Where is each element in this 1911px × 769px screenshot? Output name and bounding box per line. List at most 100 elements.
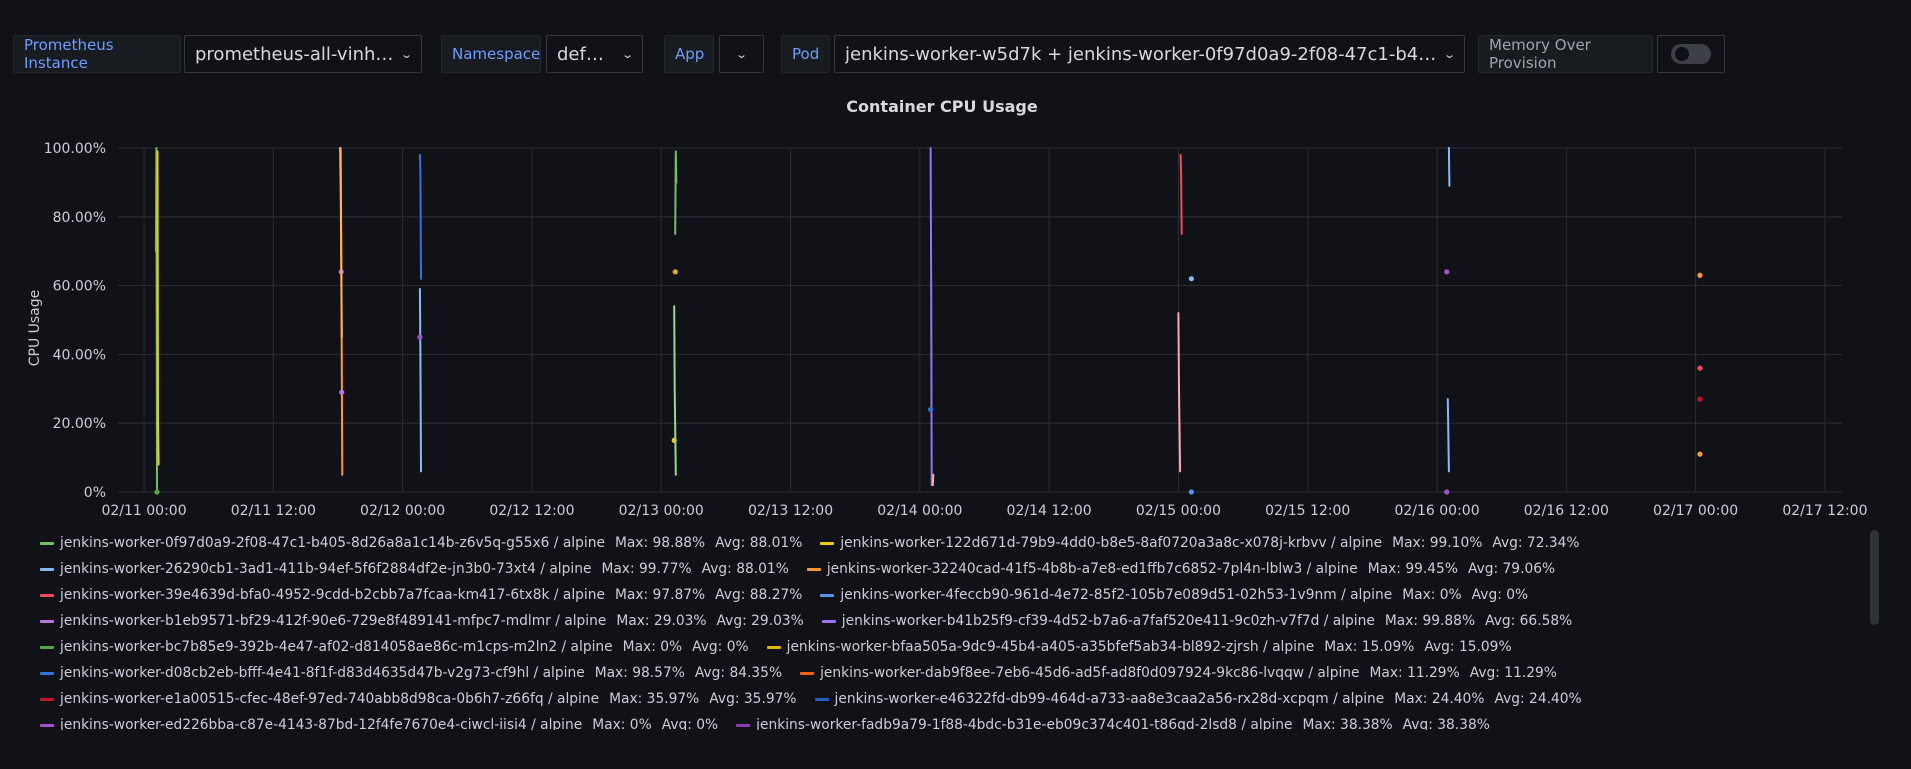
legend-series-name: jenkins-worker-0f97d0a9-2f08-47c1-b405-8… bbox=[60, 535, 605, 551]
legend-swatch bbox=[40, 619, 54, 623]
legend-item[interactable]: jenkins-worker-0f97d0a9-2f08-47c1-b405-8… bbox=[38, 535, 802, 551]
x-tick-label: 02/11 00:00 bbox=[101, 503, 186, 519]
legend-item[interactable]: jenkins-worker-39e4639d-bfa0-4952-9cdd-b… bbox=[38, 587, 802, 603]
legend-item[interactable]: jenkins-worker-e46322fd-db99-464d-a733-a… bbox=[813, 691, 1582, 707]
legend-swatch bbox=[40, 645, 54, 649]
legend-swatch bbox=[806, 567, 821, 571]
legend-avg: Avg: 79.06% bbox=[1467, 561, 1556, 577]
legend-item[interactable]: jenkins-worker-bfaa505a-9dc9-45b4-a405-a… bbox=[765, 639, 1512, 655]
legend-series-name: jenkins-worker-122d671d-79b9-4dd0-b8e5-8… bbox=[840, 535, 1383, 551]
x-tick-label: 02/15 12:00 bbox=[1265, 503, 1350, 519]
legend-item[interactable]: jenkins-worker-26290cb1-3ad1-411b-94ef-5… bbox=[38, 561, 789, 577]
legend-series-name: jenkins-worker-e46322fd-db99-464d-a733-a… bbox=[834, 691, 1385, 707]
legend-swatch bbox=[40, 567, 54, 571]
legend-avg: Avg: 0% bbox=[661, 717, 719, 730]
legend-avg: Avg: 84.35% bbox=[694, 665, 783, 681]
series-point bbox=[1188, 276, 1194, 282]
legend-avg: Avg: 15.09% bbox=[1424, 639, 1512, 655]
legend-avg: Avg: 11.29% bbox=[1469, 665, 1557, 681]
legend-max: Max: 99.10% bbox=[1392, 535, 1483, 551]
series-point bbox=[672, 269, 678, 275]
legend-avg: Avg: 29.03% bbox=[716, 613, 804, 629]
legend-series-name: jenkins-worker-b1eb9571-bf29-412f-90e6-7… bbox=[60, 613, 607, 629]
legend-series-name: jenkins-worker-ed226bba-c87e-4143-87bd-1… bbox=[60, 717, 583, 730]
series-point bbox=[928, 406, 934, 413]
legend-max: Max: 99.88% bbox=[1384, 613, 1476, 629]
x-tick-label: 02/17 12:00 bbox=[1782, 503, 1867, 519]
legend-scrollbar[interactable] bbox=[1870, 530, 1879, 625]
y-tick-label: 80.00% bbox=[53, 210, 106, 226]
legend-item[interactable]: jenkins-worker-d08cb2eb-bfff-4e41-8f1f-d… bbox=[38, 665, 782, 681]
x-tick-label: 02/16 12:00 bbox=[1524, 503, 1609, 519]
legend-max: Max: 0% bbox=[1402, 587, 1462, 603]
legend-series-name: jenkins-worker-e1a00515-cfec-48ef-97ed-7… bbox=[60, 691, 600, 707]
chart-legend: jenkins-worker-0f97d0a9-2f08-47c1-b405-8… bbox=[38, 530, 1868, 730]
legend-swatch bbox=[800, 671, 815, 675]
legend-max: Max: 15.09% bbox=[1324, 639, 1415, 655]
legend-row: jenkins-worker-ed226bba-c87e-4143-87bd-1… bbox=[38, 712, 1868, 730]
legend-swatch bbox=[766, 645, 781, 649]
legend-row: jenkins-worker-bc7b85e9-392b-4e47-af02-d… bbox=[38, 634, 1868, 660]
legend-avg: Avg: 35.97% bbox=[709, 691, 797, 707]
x-tick-label: 02/12 12:00 bbox=[489, 503, 574, 519]
legend-row: jenkins-worker-b1eb9571-bf29-412f-90e6-7… bbox=[38, 608, 1868, 634]
series-point bbox=[1697, 272, 1703, 278]
legend-item[interactable]: jenkins-worker-fadb9a79-1f88-4bdc-b31e-e… bbox=[734, 717, 1490, 730]
legend-series-name: jenkins-worker-dab9f8ee-7eb6-45d6-ad5f-a… bbox=[820, 665, 1360, 681]
legend-item[interactable]: jenkins-worker-122d671d-79b9-4dd0-b8e5-8… bbox=[818, 535, 1580, 551]
x-tick-label: 02/17 00:00 bbox=[1653, 503, 1738, 519]
legend-avg: Avg: 88.27% bbox=[715, 587, 803, 603]
series-line bbox=[418, 288, 422, 473]
legend-max: Max: 29.03% bbox=[616, 613, 707, 629]
legend-max: Max: 0% bbox=[592, 717, 652, 730]
series-point bbox=[1444, 489, 1450, 495]
legend-avg: Avg: 0% bbox=[692, 639, 749, 655]
series-line bbox=[673, 305, 677, 476]
y-tick-label: 0% bbox=[84, 485, 106, 501]
legend-swatch bbox=[40, 671, 54, 675]
legend-avg: Avg: 72.34% bbox=[1492, 535, 1580, 551]
legend-item[interactable]: jenkins-worker-e1a00515-cfec-48ef-97ed-7… bbox=[38, 691, 797, 707]
legend-item[interactable]: jenkins-worker-bc7b85e9-392b-4e47-af02-d… bbox=[38, 639, 749, 655]
legend-max: Max: 98.57% bbox=[594, 665, 685, 681]
legend-swatch bbox=[40, 697, 54, 701]
chart-grid bbox=[118, 147, 1842, 493]
chart-series bbox=[154, 147, 1703, 495]
legend-row: jenkins-worker-e1a00515-cfec-48ef-97ed-7… bbox=[38, 686, 1868, 712]
legend-swatch bbox=[820, 593, 835, 597]
legend-item[interactable]: jenkins-worker-32240cad-41f5-4b8b-a7e8-e… bbox=[805, 561, 1555, 577]
legend-item[interactable]: jenkins-worker-b1eb9571-bf29-412f-90e6-7… bbox=[38, 613, 804, 629]
series-point bbox=[154, 489, 160, 495]
legend-swatch bbox=[820, 541, 835, 545]
legend-avg: Avg: 88.01% bbox=[701, 561, 789, 577]
series-line bbox=[674, 150, 678, 235]
legend-max: Max: 99.77% bbox=[601, 561, 692, 577]
legend-swatch bbox=[736, 723, 751, 727]
legend-avg: Avg: 88.01% bbox=[715, 535, 803, 551]
x-tick-label: 02/12 00:00 bbox=[360, 503, 445, 519]
series-line bbox=[1447, 147, 1451, 187]
legend-item[interactable]: jenkins-worker-b41b25f9-cf39-4d52-b7a6-a… bbox=[820, 613, 1573, 629]
y-tick-label: 100.00% bbox=[44, 141, 106, 157]
legend-row: jenkins-worker-39e4639d-bfa0-4952-9cdd-b… bbox=[38, 582, 1868, 608]
legend-item[interactable]: jenkins-worker-dab9f8ee-7eb6-45d6-ad5f-a… bbox=[798, 665, 1557, 681]
legend-avg: Avg: 66.58% bbox=[1485, 613, 1573, 629]
legend-series-name: jenkins-worker-bc7b85e9-392b-4e47-af02-d… bbox=[60, 639, 613, 655]
legend-max: Max: 97.87% bbox=[615, 587, 706, 603]
x-tick-label: 02/11 12:00 bbox=[231, 503, 316, 519]
legend-item[interactable]: jenkins-worker-ed226bba-c87e-4143-87bd-1… bbox=[38, 717, 718, 730]
legend-series-name: jenkins-worker-b41b25f9-cf39-4d52-b7a6-a… bbox=[841, 613, 1375, 629]
legend-max: Max: 35.97% bbox=[609, 691, 700, 707]
x-tick-label: 02/13 12:00 bbox=[748, 503, 833, 519]
series-line bbox=[931, 473, 935, 487]
y-tick-label: 40.00% bbox=[53, 347, 106, 363]
legend-swatch bbox=[40, 541, 54, 545]
series-point bbox=[1697, 396, 1703, 402]
legend-max: Max: 0% bbox=[622, 639, 683, 655]
series-line bbox=[1179, 153, 1183, 235]
legend-item[interactable]: jenkins-worker-4feccb90-961d-4e72-85f2-1… bbox=[818, 587, 1528, 603]
legend-series-name: jenkins-worker-26290cb1-3ad1-411b-94ef-5… bbox=[60, 561, 592, 577]
legend-row: jenkins-worker-0f97d0a9-2f08-47c1-b405-8… bbox=[38, 530, 1868, 556]
cpu-usage-chart[interactable]: 0% 20.00% 40.00% 60.00% 80.00% 100.00% 02/11 … bbox=[0, 0, 1911, 530]
legend-series-name: jenkins-worker-bfaa505a-9dc9-45b4-a405-a… bbox=[786, 639, 1315, 655]
